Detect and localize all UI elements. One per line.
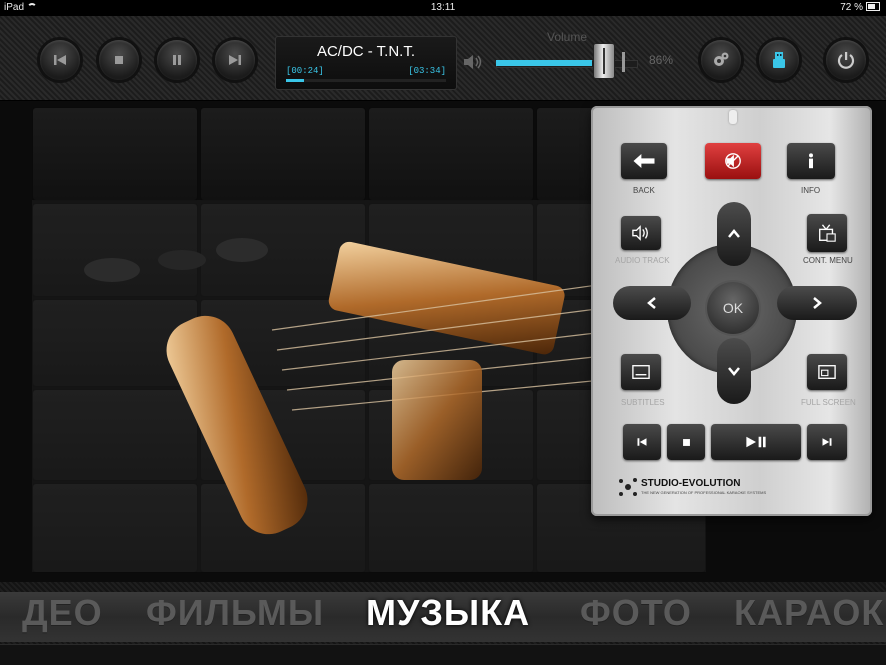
dpad-up-button[interactable] bbox=[717, 202, 751, 266]
now-playing-display: AC/DC - T.N.T. [00:24] [03:34] bbox=[275, 36, 457, 90]
pause-icon bbox=[173, 55, 181, 65]
mute-button[interactable] bbox=[705, 143, 761, 179]
grid-tile[interactable] bbox=[200, 203, 366, 297]
grid-tile[interactable] bbox=[32, 299, 198, 387]
grid-tile[interactable] bbox=[368, 389, 534, 481]
progress-bar[interactable] bbox=[286, 79, 446, 82]
brand-name: STUDIO-EVOLUTION bbox=[641, 478, 741, 489]
battery-icon bbox=[866, 2, 880, 11]
chevron-up-icon bbox=[728, 229, 740, 238]
dpad-left-button[interactable] bbox=[613, 286, 691, 320]
track-title: AC/DC - T.N.T. bbox=[316, 43, 416, 60]
pause-button[interactable] bbox=[157, 40, 197, 80]
volume-label: Volume bbox=[547, 30, 588, 44]
battery-percent: 72 % bbox=[840, 2, 863, 13]
chevron-right-icon bbox=[813, 297, 822, 309]
category-photo[interactable]: ФОТО bbox=[580, 592, 692, 634]
studio-evolution-logo: STUDIO-EVOLUTION THE NEW GENERATION OF P… bbox=[617, 476, 767, 498]
power-button[interactable] bbox=[826, 40, 866, 80]
status-bar: iPad 13:11 72 % bbox=[0, 0, 886, 16]
status-battery: 72 % bbox=[840, 2, 880, 13]
play-pause-icon bbox=[746, 436, 766, 448]
next-icon bbox=[229, 55, 241, 65]
usb-button[interactable] bbox=[759, 40, 799, 80]
category-carousel: ДЕО ФИЛЬМЫ МУЗЫКА ФОТО КАРАОК bbox=[0, 582, 886, 665]
elapsed-time: [00:24] bbox=[286, 66, 324, 76]
total-time: [03:34] bbox=[408, 66, 446, 76]
stop-icon bbox=[682, 438, 690, 446]
mute-icon bbox=[725, 153, 741, 169]
remote-previous-button[interactable] bbox=[623, 424, 661, 460]
settings-button[interactable] bbox=[701, 40, 741, 80]
progress-fill bbox=[286, 79, 304, 82]
grid-tile[interactable] bbox=[32, 483, 198, 573]
volume-max-mark bbox=[622, 52, 639, 72]
context-menu-button[interactable] bbox=[807, 214, 847, 252]
speaker-icon bbox=[632, 225, 648, 241]
subtitles-button[interactable] bbox=[621, 354, 661, 390]
remote-play-pause-button[interactable] bbox=[711, 424, 801, 460]
status-time: 13:11 bbox=[430, 2, 456, 13]
grid-tile[interactable] bbox=[368, 483, 534, 573]
full-screen-icon bbox=[818, 365, 836, 379]
previous-button[interactable] bbox=[40, 40, 80, 80]
arrow-left-icon bbox=[633, 154, 655, 168]
category-video[interactable]: ДЕО bbox=[22, 592, 103, 634]
next-button[interactable] bbox=[215, 40, 255, 80]
bottom-strip bbox=[0, 644, 886, 665]
grid-tile[interactable] bbox=[368, 107, 534, 201]
brand-tagline: THE NEW GENERATION OF PROFESSIONAL KARAO… bbox=[641, 490, 767, 495]
grid-tile[interactable] bbox=[368, 299, 534, 387]
grid-tile[interactable] bbox=[200, 299, 366, 387]
subtitles-label: SUBTITLES bbox=[621, 398, 665, 407]
grid-tile[interactable] bbox=[200, 107, 366, 201]
stop-icon bbox=[115, 56, 123, 64]
player-toolbar: AC/DC - T.N.T. [00:24] [03:34] Volume 86… bbox=[0, 16, 886, 101]
remote-stop-button[interactable] bbox=[667, 424, 705, 460]
previous-icon bbox=[54, 55, 66, 65]
gear-icon bbox=[714, 52, 729, 66]
grid-tile[interactable] bbox=[200, 389, 366, 481]
volume-thumb[interactable] bbox=[594, 44, 614, 78]
audio-track-label: AUDIO TRACK bbox=[615, 256, 670, 265]
ok-button[interactable]: OK bbox=[707, 282, 759, 334]
chevron-down-icon bbox=[728, 367, 740, 376]
category-music[interactable]: МУЗЫКА bbox=[366, 592, 530, 634]
audio-track-button[interactable] bbox=[621, 216, 661, 250]
volume-percent: 86% bbox=[649, 53, 674, 67]
remote-control-panel: BACK INFO AUDIO TRACK CONT. MENU OK SUBT… bbox=[591, 106, 872, 516]
category-films[interactable]: ФИЛЬМЫ bbox=[146, 592, 324, 634]
grid-tile[interactable] bbox=[32, 203, 198, 297]
power-icon bbox=[837, 52, 855, 69]
subtitles-icon bbox=[632, 365, 650, 379]
tv-menu-icon bbox=[819, 224, 836, 242]
usb-icon bbox=[773, 52, 785, 68]
full-screen-button[interactable] bbox=[807, 354, 847, 390]
grid-tile[interactable] bbox=[32, 389, 198, 481]
category-karaoke[interactable]: КАРАОК bbox=[734, 592, 884, 634]
info-icon bbox=[809, 153, 813, 169]
back-label: BACK bbox=[633, 186, 655, 195]
stop-button[interactable] bbox=[99, 40, 139, 80]
cont-menu-label: CONT. MENU bbox=[803, 256, 853, 265]
volume-fill bbox=[496, 60, 592, 66]
full-screen-label: FULL SCREEN bbox=[801, 398, 856, 407]
dpad-right-button[interactable] bbox=[777, 286, 857, 320]
logo-star-icon bbox=[619, 478, 637, 496]
previous-icon bbox=[637, 438, 647, 446]
info-button[interactable] bbox=[787, 143, 835, 179]
dpad-down-button[interactable] bbox=[717, 338, 751, 404]
grid-tile[interactable] bbox=[32, 107, 198, 201]
speaker-icon[interactable] bbox=[462, 52, 484, 72]
grid-tile[interactable] bbox=[200, 483, 366, 573]
chevron-left-icon bbox=[647, 297, 656, 309]
remote-led bbox=[729, 110, 737, 124]
remote-next-button[interactable] bbox=[807, 424, 847, 460]
back-button[interactable] bbox=[621, 143, 667, 179]
info-label: INFO bbox=[801, 186, 821, 195]
next-icon bbox=[822, 438, 832, 446]
grid-tile[interactable] bbox=[368, 203, 534, 297]
